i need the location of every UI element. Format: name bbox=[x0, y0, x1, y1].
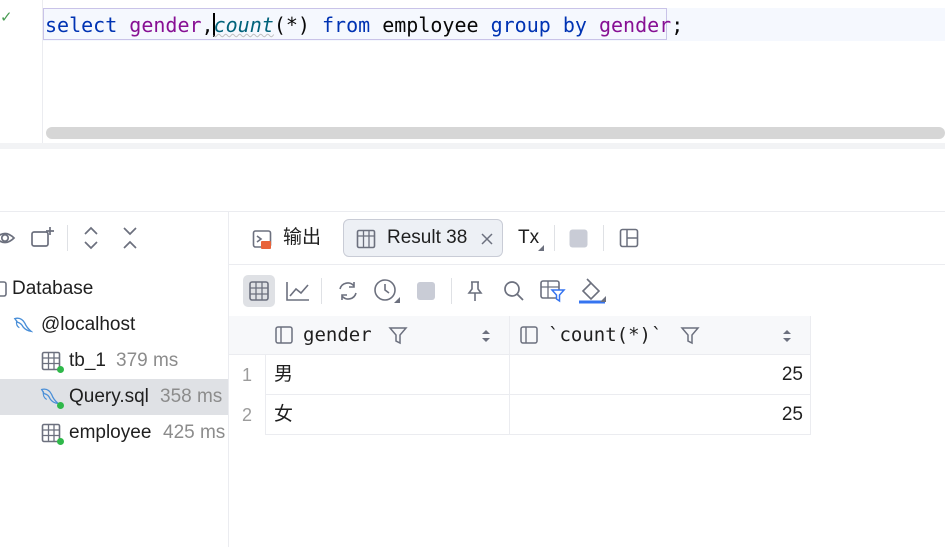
sql-token: group by bbox=[490, 13, 587, 37]
row-number: 2 bbox=[241, 405, 252, 425]
column-header-count[interactable]: `count(*)` bbox=[510, 316, 811, 355]
table-filter-icon bbox=[540, 280, 566, 303]
tree-item-time: 358 ms bbox=[160, 386, 223, 407]
check-icon: ✓ bbox=[0, 9, 13, 26]
panel-splitter[interactable] bbox=[0, 143, 945, 149]
table-row[interactable]: 1 男 25 bbox=[229, 355, 811, 395]
row-number: 1 bbox=[241, 365, 252, 385]
sql-token: select bbox=[45, 13, 118, 37]
sql-token: employee bbox=[370, 13, 491, 37]
sql-token: gender bbox=[129, 13, 202, 37]
layout-icon[interactable] bbox=[619, 228, 639, 248]
dropdown-corner-icon bbox=[538, 245, 544, 251]
column-icon bbox=[520, 326, 538, 344]
tree-item-label: employee bbox=[69, 422, 152, 443]
tree-item-time: 379 ms bbox=[116, 350, 179, 371]
dolphin-icon bbox=[13, 317, 33, 333]
connected-status-dot bbox=[57, 438, 64, 445]
connected-status-dot bbox=[57, 366, 64, 373]
horizontal-scrollbar[interactable] bbox=[46, 127, 945, 139]
eye-icon[interactable] bbox=[0, 224, 18, 252]
cell-gender[interactable]: 女 bbox=[265, 395, 510, 435]
cell-count[interactable]: 25 bbox=[510, 355, 811, 395]
pin-icon bbox=[467, 281, 483, 301]
stop-icon bbox=[417, 282, 435, 300]
column-header-gender[interactable]: gender bbox=[265, 316, 510, 355]
toolbar-separator bbox=[554, 225, 555, 251]
tree-item-tb-1[interactable]: tb_1 379 ms bbox=[0, 343, 228, 379]
filter-icon[interactable] bbox=[680, 326, 700, 346]
column-header-label: `count(*)` bbox=[548, 324, 663, 346]
refresh-button[interactable] bbox=[332, 275, 364, 307]
sort-icon[interactable] bbox=[481, 329, 491, 343]
toolbar-separator bbox=[603, 225, 604, 251]
cell-count[interactable]: 25 bbox=[510, 395, 811, 435]
filter-table-button[interactable] bbox=[537, 275, 569, 307]
grid-icon bbox=[249, 281, 269, 301]
search-icon bbox=[504, 281, 524, 301]
clock-icon bbox=[374, 279, 400, 303]
cancel-query-button[interactable] bbox=[410, 275, 442, 307]
sql-token: from bbox=[321, 13, 371, 37]
toolbar-separator bbox=[67, 225, 68, 251]
sql-token: count bbox=[213, 13, 274, 37]
chart-icon bbox=[286, 282, 309, 301]
chart-view-button[interactable] bbox=[282, 275, 314, 307]
sql-token: ; bbox=[671, 13, 684, 37]
database-icon bbox=[0, 281, 7, 297]
tree-item-employee[interactable]: employee 425 ms bbox=[0, 415, 228, 451]
tree-item-label: tb_1 bbox=[69, 350, 106, 371]
output-icon bbox=[252, 230, 272, 249]
tx-label: Tx bbox=[518, 227, 540, 248]
sql-editor[interactable]: ✓ select gender,count(*) from employee g… bbox=[0, 0, 945, 143]
search-button[interactable] bbox=[498, 275, 530, 307]
stop-icon[interactable] bbox=[569, 229, 588, 248]
filter-icon[interactable] bbox=[388, 326, 408, 346]
table-icon bbox=[356, 229, 376, 249]
close-icon[interactable] bbox=[480, 232, 494, 246]
row-number-header bbox=[229, 316, 265, 355]
tree-item-host[interactable]: @localhost bbox=[0, 307, 228, 343]
table-row[interactable]: 2 女 25 bbox=[229, 395, 811, 435]
connected-status-dot bbox=[57, 402, 64, 409]
history-button[interactable] bbox=[371, 275, 403, 307]
toolbar-separator bbox=[451, 278, 452, 304]
cell-gender[interactable]: 男 bbox=[265, 355, 510, 395]
sql-token: gender bbox=[598, 13, 672, 37]
refresh-icon bbox=[339, 282, 357, 300]
tree-item-query-sql[interactable]: Query.sql 358 ms bbox=[0, 379, 228, 415]
sort-icon[interactable] bbox=[782, 329, 792, 343]
tree-item-label: Database bbox=[12, 278, 94, 299]
new-tab-icon[interactable] bbox=[30, 224, 56, 252]
tree-item-label: Query.sql bbox=[69, 386, 149, 407]
expand-icon[interactable] bbox=[80, 224, 102, 252]
tree-item-time: 425 ms bbox=[163, 422, 226, 443]
sql-code-line[interactable]: select gender,count(*) from employee gro… bbox=[45, 12, 683, 38]
paint-bucket-icon bbox=[579, 278, 606, 304]
tab-output-label: 输出 bbox=[283, 227, 322, 248]
column-icon bbox=[275, 326, 293, 344]
grid-view-button[interactable] bbox=[243, 275, 275, 307]
tab-result-label: Result 38 bbox=[387, 227, 468, 248]
highlight-button[interactable] bbox=[576, 275, 608, 307]
tree-item-label: @localhost bbox=[41, 314, 136, 335]
tab-result-38[interactable]: Result 38 bbox=[343, 219, 503, 257]
pin-button[interactable] bbox=[459, 275, 491, 307]
collapse-icon[interactable] bbox=[119, 224, 141, 252]
tree-item-database[interactable]: Database bbox=[0, 271, 228, 307]
toolbar-separator bbox=[321, 278, 322, 304]
column-header-label: gender bbox=[303, 324, 372, 346]
sql-token: (*) bbox=[273, 13, 322, 37]
